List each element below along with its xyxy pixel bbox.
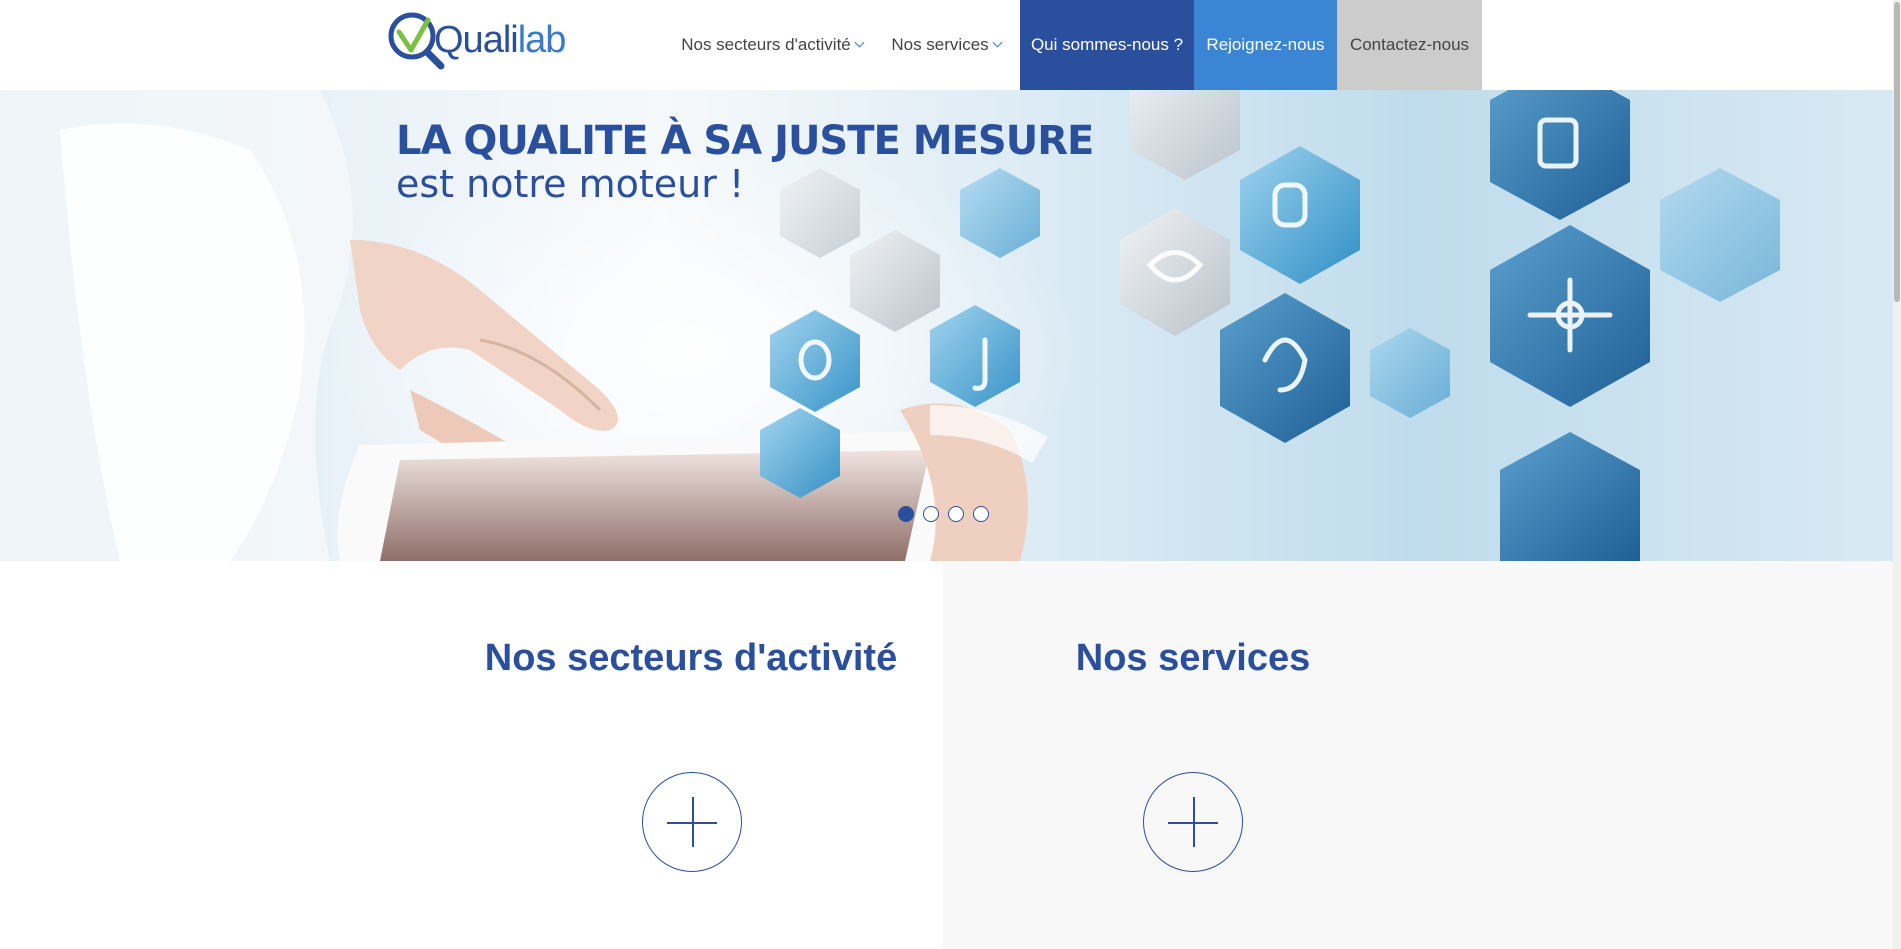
nav-item-secteurs[interactable]: Nos secteurs d'activité [672, 0, 872, 90]
nav-item-label: Rejoignez-nous [1206, 35, 1325, 54]
section-title-secteurs: Nos secteurs d'activité [484, 637, 898, 679]
section-title-services: Nos services [1075, 637, 1311, 679]
hero-subtitle: est notre moteur ! [396, 162, 745, 206]
slider-dot-4[interactable] [973, 506, 989, 522]
nav-item-qui-sommes-nous[interactable]: Qui sommes-nous ? [1020, 0, 1194, 90]
section-services: Nos services [943, 561, 1893, 949]
chevron-down-icon [854, 37, 865, 48]
chevron-down-icon [992, 37, 1003, 48]
logo-text-quali: Quali [434, 19, 519, 61]
nav-item-contactez-nous[interactable]: Contactez-nous [1337, 0, 1482, 90]
slider-pagination [898, 506, 989, 522]
expand-services-button[interactable] [1143, 772, 1243, 872]
plus-icon-vertical [692, 797, 694, 847]
slider-dot-1[interactable] [898, 506, 914, 522]
nav-item-services[interactable]: Nos services [872, 0, 1020, 90]
nav-item-rejoignez-nous[interactable]: Rejoignez-nous [1194, 0, 1337, 90]
nav-item-label: Nos secteurs d'activité [681, 35, 851, 54]
hero-title: LA QUALITE À SA JUSTE MESURE [396, 118, 1094, 164]
section-secteurs: Nos secteurs d'activité [0, 561, 943, 949]
page-scrollbar[interactable] [1893, 0, 1901, 949]
nav-item-label: Qui sommes-nous ? [1030, 35, 1184, 54]
site-header: Qualilab Nos secteurs d'activité Nos ser… [0, 0, 1890, 90]
expand-secteurs-button[interactable] [642, 772, 742, 872]
qualilab-logo[interactable]: Qualilab [386, 10, 566, 70]
scrollbar-thumb[interactable] [1894, 2, 1900, 302]
slider-dot-3[interactable] [948, 506, 964, 522]
logo-text-lab: lab [517, 19, 567, 61]
logo-wordmark: Qualilab [434, 18, 567, 62]
hero-slider: LA QUALITE À SA JUSTE MESURE est notre m… [0, 90, 1893, 561]
nav-item-label: Nos services [891, 35, 989, 54]
plus-icon-vertical [1193, 797, 1195, 847]
slider-dot-2[interactable] [923, 506, 939, 522]
main-nav: Nos secteurs d'activité Nos services Qui… [672, 0, 1482, 90]
nav-item-label: Contactez-nous [1349, 35, 1470, 54]
